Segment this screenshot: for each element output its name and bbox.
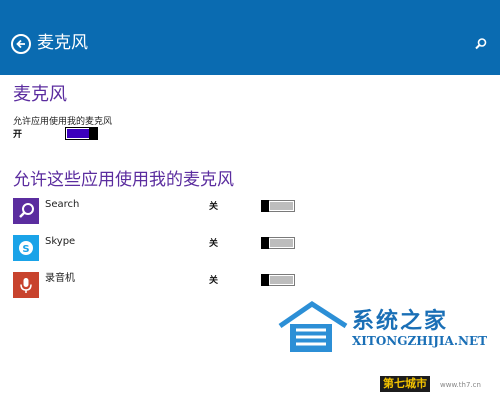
- microphone-state-label: 开: [13, 130, 23, 140]
- toggle-thumb[interactable]: [261, 200, 269, 212]
- app-state-label: 关: [209, 239, 219, 249]
- house-logo-icon: [278, 300, 348, 352]
- app-name: 录音机: [45, 273, 75, 284]
- recorder-app-toggle[interactable]: [261, 274, 295, 286]
- site-badge-url: www.th7.cn: [440, 381, 481, 389]
- toggle-thumb[interactable]: [261, 237, 269, 249]
- search-app-toggle[interactable]: [261, 200, 295, 212]
- toggle-fill: [270, 239, 293, 247]
- skype-app-icon: S: [13, 235, 39, 261]
- app-state-label: 关: [209, 202, 219, 212]
- microphone-section-title: 麦克风: [13, 84, 67, 105]
- app-row-recorder: 录音机 关: [13, 272, 303, 298]
- search-icon: [19, 203, 34, 218]
- search-button[interactable]: [474, 36, 488, 50]
- back-button[interactable]: [11, 34, 31, 54]
- apps-section-title: 允许这些应用使用我的麦克风: [13, 170, 234, 190]
- microphone-toggle[interactable]: [65, 127, 98, 140]
- watermark-text: 系统之家: [352, 308, 449, 334]
- skype-icon: S: [19, 241, 33, 255]
- skype-app-toggle[interactable]: [261, 237, 295, 249]
- app-row-search: Search 关: [13, 198, 303, 224]
- site-badge: 第七城市: [380, 376, 430, 392]
- toggle-thumb[interactable]: [261, 274, 269, 286]
- app-header: 麦克风: [0, 0, 500, 75]
- toggle-fill: [270, 202, 293, 210]
- search-app-icon: [13, 198, 39, 224]
- watermark-url: XITONGZHIJIA.NET: [352, 334, 488, 348]
- recorder-app-icon: [13, 272, 39, 298]
- page-title: 麦克风: [37, 33, 88, 53]
- app-row-skype: S Skype 关: [13, 235, 303, 261]
- app-name: Search: [45, 199, 80, 210]
- watermark: 系统之家 XITONGZHIJIA.NET: [276, 300, 496, 356]
- app-name: Skype: [45, 236, 76, 247]
- search-icon: [475, 38, 487, 50]
- app-state-label: 关: [209, 276, 219, 286]
- toggle-thumb[interactable]: [89, 127, 97, 140]
- back-arrow-icon: [16, 39, 25, 49]
- svg-text:S: S: [22, 244, 29, 255]
- microphone-icon: [20, 278, 32, 293]
- toggle-fill: [67, 129, 89, 138]
- toggle-fill: [270, 276, 293, 284]
